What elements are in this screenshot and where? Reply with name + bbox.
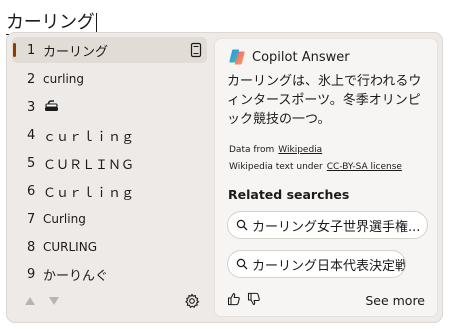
tablet-icon[interactable] xyxy=(188,42,204,58)
gear-icon[interactable] xyxy=(184,293,200,309)
candidate-number: 8 xyxy=(27,239,36,255)
candidate-number: 3 xyxy=(27,99,36,115)
page-navigation xyxy=(24,295,60,307)
curling-stone-icon xyxy=(45,100,58,111)
candidate-text: カーリング xyxy=(43,44,109,60)
license-link[interactable]: CC-BY-SA license xyxy=(327,162,402,172)
candidate-item-7[interactable]: 7 Curling xyxy=(12,206,207,232)
copilot-answer-card: Copilot Answer カーリングは、氷上で行われるウィンタースポーツ。冬… xyxy=(214,38,438,317)
license-prefix: Wikipedia text under xyxy=(229,162,323,172)
candidate-number: 9 xyxy=(27,266,36,282)
candidate-number: 2 xyxy=(27,71,36,87)
candidate-item-3[interactable]: 3 🥌 xyxy=(12,94,207,120)
source-attribution: Data from Wikipedia xyxy=(229,145,322,155)
related-search-chip-1[interactable]: カーリング女子世界選手権... xyxy=(227,211,428,239)
wikipedia-link[interactable]: Wikipedia xyxy=(278,145,322,155)
candidate-text: ｃｕｒｌｉｎｇ xyxy=(43,129,135,145)
search-icon xyxy=(236,258,248,270)
candidate-text: かーりんぐ xyxy=(43,268,109,284)
ime-candidate-window: 1 カーリング 2 curling 3 🥌 xyxy=(6,32,443,323)
candidate-text: CURLING xyxy=(43,240,97,254)
copilot-logo-icon xyxy=(229,49,245,65)
search-icon xyxy=(236,219,248,231)
candidate-text: Ｃｕｒｌｉｎｇ xyxy=(43,185,135,201)
candidate-item-2[interactable]: 2 curling xyxy=(12,66,207,92)
candidate-text: ＣＵＲＬＩＮＧ xyxy=(43,157,135,173)
candidate-item-4[interactable]: 4 ｃｕｒｌｉｎｇ xyxy=(12,122,207,148)
candidate-text-curling-stone: 🥌 xyxy=(43,98,59,118)
candidate-item-1[interactable]: 1 カーリング xyxy=(12,37,207,63)
candidate-list: 1 カーリング 2 curling 3 🥌 xyxy=(7,33,214,322)
candidate-item-8[interactable]: 8 CURLING xyxy=(12,234,207,260)
triangle-up-icon[interactable] xyxy=(24,295,36,307)
selection-indicator xyxy=(13,43,16,57)
triangle-down-icon[interactable] xyxy=(48,295,60,307)
candidate-item-5[interactable]: 5 ＣＵＲＬＩＮＧ xyxy=(12,150,207,176)
thumbs-up-icon[interactable] xyxy=(227,292,241,306)
thumbs-down-icon[interactable] xyxy=(247,292,261,306)
candidate-number: 1 xyxy=(27,42,36,58)
candidate-number: 4 xyxy=(27,127,36,143)
license-attribution: Wikipedia text under CC-BY-SA license xyxy=(229,162,402,172)
copilot-answer-text: カーリングは、氷上で行われるウィンタースポーツ。冬季オリンピック競技の一つ。 xyxy=(227,74,422,127)
candidate-item-9[interactable]: 9 かーりんぐ xyxy=(12,261,207,287)
see-more-link[interactable]: See more xyxy=(365,293,425,308)
candidate-number: 7 xyxy=(27,211,36,227)
candidate-item-6[interactable]: 6 Ｃｕｒｌｉｎｇ xyxy=(12,178,207,204)
related-search-text: カーリング日本代表決定戦 xyxy=(252,258,406,274)
candidate-number: 5 xyxy=(27,155,36,171)
candidate-text: Curling xyxy=(43,212,86,226)
candidate-text: curling xyxy=(43,72,85,86)
copilot-title: Copilot Answer xyxy=(252,50,350,65)
related-search-chip-2[interactable]: カーリング日本代表決定戦 xyxy=(227,250,406,278)
related-searches-heading: Related searches xyxy=(228,187,350,202)
candidate-number: 6 xyxy=(27,183,36,199)
source-prefix: Data from xyxy=(229,145,275,155)
related-search-text: カーリング女子世界選手権... xyxy=(252,219,421,235)
